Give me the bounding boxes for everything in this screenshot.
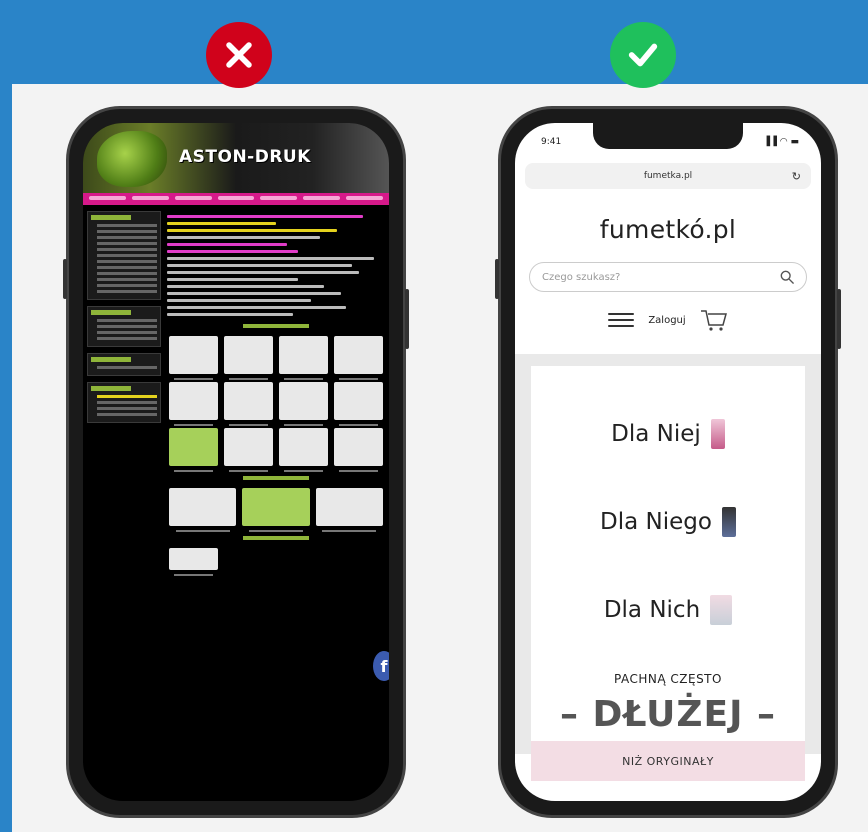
facebook-icon[interactable]: f [373, 651, 389, 681]
reload-icon[interactable]: ↻ [792, 170, 801, 183]
product-tile[interactable] [169, 382, 218, 426]
phone-power-button [837, 289, 841, 349]
slogan-top: PACHNĄ CZĘSTO [614, 672, 722, 686]
category-label: Dla Nich [603, 597, 701, 623]
product-tile[interactable] [279, 336, 328, 380]
perfume-bottle-image [710, 595, 733, 625]
product-tile[interactable] [224, 336, 273, 380]
status-time: 9:41 [541, 137, 562, 147]
aston-druk-screen: ASTON-DRUK f [83, 123, 389, 801]
aston-header: ASTON-DRUK [83, 123, 389, 193]
x-icon [226, 42, 252, 68]
service-tile[interactable] [169, 548, 218, 576]
phone-volume-button [495, 259, 499, 299]
search-placeholder: Czego szukasz? [542, 271, 621, 283]
status-icons: ▐▐ ◠ ▬ [763, 137, 799, 147]
aston-nav-bar[interactable] [83, 193, 389, 205]
browser-url-bar[interactable]: fumetka.pl ↻ [525, 163, 811, 189]
bad-example-badge [206, 22, 272, 88]
product-tile[interactable] [169, 336, 218, 380]
hamburger-menu-icon[interactable] [608, 313, 635, 327]
category-dla-nich[interactable]: Dla Nich [531, 566, 805, 654]
menu-row: Zaloguj [515, 308, 821, 332]
phone-power-button [405, 289, 409, 349]
slogan-bottom: NIŻ ORYGINAŁY [531, 741, 805, 781]
product-tile[interactable] [169, 428, 218, 472]
sidebar-section [87, 353, 161, 376]
category-dla-niego[interactable]: Dla Niego [531, 478, 805, 566]
extra-grid [167, 546, 385, 576]
fumetka-logo[interactable]: fumetkó.pl [515, 215, 821, 244]
chameleon-image [97, 131, 167, 187]
product-tile[interactable] [334, 336, 383, 380]
product-tile[interactable] [334, 382, 383, 426]
product-tile[interactable] [224, 382, 273, 426]
product-tile[interactable] [224, 428, 273, 472]
phone-notch [593, 123, 743, 149]
category-label: Dla Niego [600, 509, 712, 535]
aston-body [83, 205, 389, 578]
category-panel: Dla Niej Dla Niego Dla Nich PACHNĄ CZĘST… [531, 366, 805, 781]
login-link[interactable]: Zaloguj [648, 315, 685, 326]
search-input[interactable]: Czego szukasz? [529, 262, 807, 292]
good-example-badge [610, 22, 676, 88]
service-tile[interactable] [169, 488, 237, 532]
sidebar-section [87, 306, 161, 347]
category-label: Dla Niej [611, 421, 701, 447]
phone-volume-button [63, 259, 67, 299]
product-grid [167, 334, 385, 472]
service-grid [167, 486, 385, 532]
aston-logo[interactable]: ASTON-DRUK [179, 147, 311, 167]
perfume-bottle-image [721, 507, 736, 537]
sidebar-section [87, 211, 161, 300]
phone-bad-example: ASTON-DRUK f [63, 106, 409, 818]
fumetka-screen: 9:41 ▐▐ ◠ ▬ fumetka.pl ↻ fumetkó.pl Czeg… [515, 123, 821, 801]
search-icon[interactable] [780, 270, 794, 284]
sidebar-contact [87, 382, 161, 423]
url-text: fumetka.pl [643, 171, 693, 181]
perfume-bottle-image [710, 419, 725, 449]
category-dla-niej[interactable]: Dla Niej [531, 390, 805, 478]
slogan-main: – DŁUŻEJ – [559, 694, 777, 735]
product-tile[interactable] [279, 428, 328, 472]
product-tile[interactable] [279, 382, 328, 426]
category-section: Dla Niej Dla Niego Dla Nich PACHNĄ CZĘST… [515, 354, 821, 781]
aston-sidebar [87, 211, 161, 572]
product-tile[interactable] [334, 428, 383, 472]
check-icon [628, 43, 658, 67]
service-tile[interactable] [315, 488, 383, 532]
cart-icon[interactable] [700, 308, 728, 332]
aston-main-content [167, 211, 385, 576]
service-tile[interactable] [242, 488, 310, 532]
phone-good-example: 9:41 ▐▐ ◠ ▬ fumetka.pl ↻ fumetkó.pl Czeg… [495, 106, 841, 818]
